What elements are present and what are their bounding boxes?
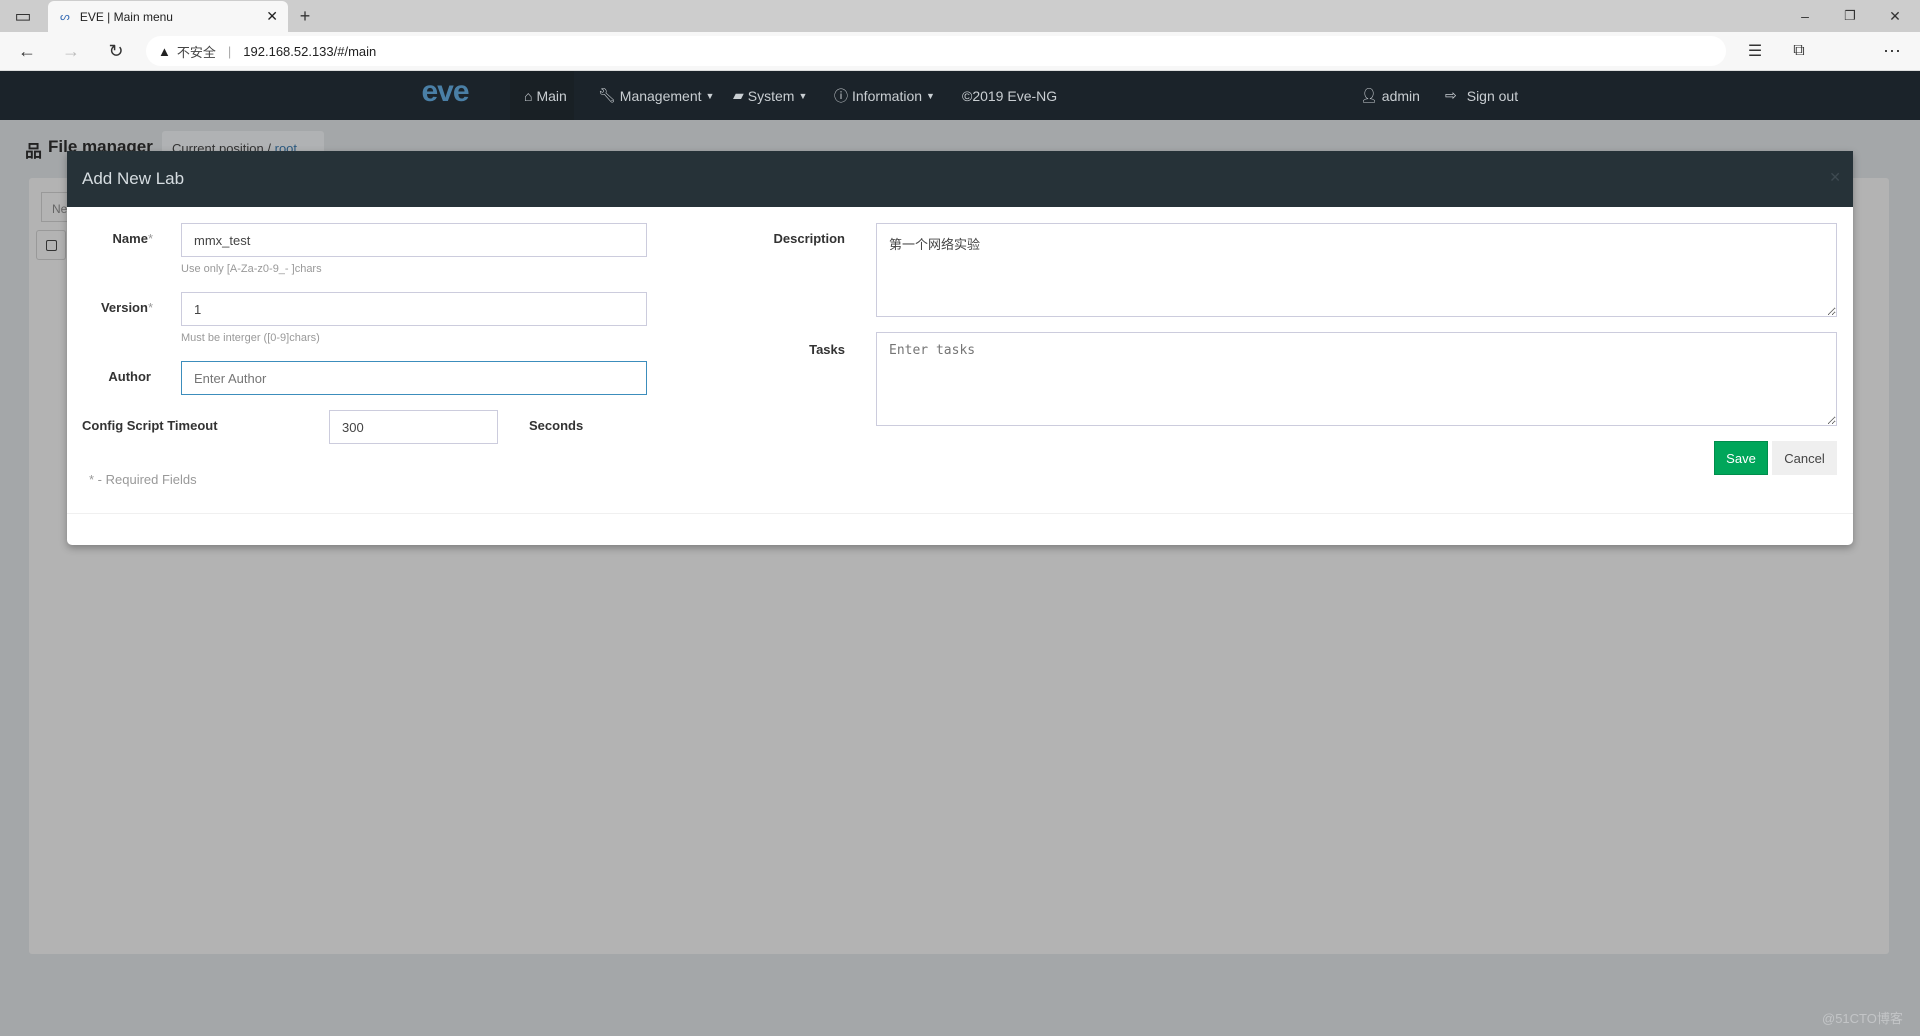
modal-footer-divider [67, 513, 1853, 514]
version-value: 1 [194, 301, 202, 317]
version-input[interactable]: 1 [181, 292, 647, 326]
home-icon: ⌂ [524, 87, 533, 104]
close-icon[interactable]: ✕ [1829, 169, 1841, 186]
nav-label: Information [852, 87, 923, 104]
nav-label: System [747, 87, 795, 104]
name-label: Name* [112, 231, 153, 246]
modal-title: Add New Lab [82, 169, 185, 188]
book-icon: ▰ [733, 87, 744, 103]
browser-tab-bar: ▭ ᔕ EVE | Main menu ✕ + – ❐ ✕ [0, 0, 1920, 32]
tasks-textarea[interactable] [876, 332, 1837, 426]
url-field[interactable]: ▲ 不安全 | 192.168.52.133/#/main [146, 36, 1726, 66]
more-icon[interactable]: ⋯ [1877, 36, 1907, 66]
select-all-checkbox[interactable] [36, 230, 66, 260]
sidebar-toggle-icon[interactable]: ▭ [8, 1, 38, 31]
timeout-value: 300 [342, 419, 364, 435]
info-icon: ⓘ [834, 87, 848, 104]
name-input[interactable]: mmx_test [181, 223, 647, 257]
nav-management[interactable]: 🔧︎ Management ▼ [598, 71, 714, 120]
username: admin [1381, 87, 1420, 104]
security-label[interactable]: 不安全 [177, 42, 216, 61]
reload-icon[interactable]: ↻ [101, 36, 131, 66]
divider: | [227, 43, 232, 59]
version-help: Must be interger ([0-9]chars) [181, 332, 320, 344]
close-window-icon[interactable]: ✕ [1880, 1, 1910, 31]
save-label: Save [1726, 450, 1756, 466]
new-button-label: Ne [52, 202, 68, 216]
add-lab-modal: Add New Lab ✕ Name* mmx_test Use only [A… [67, 151, 1853, 545]
top-navbar: eve [0, 71, 1920, 120]
caret-down-icon: ▼ [705, 90, 715, 101]
minimize-icon[interactable]: – [1790, 1, 1820, 31]
back-icon[interactable]: ← [12, 36, 42, 66]
save-button[interactable]: Save [1714, 441, 1768, 475]
favorites-icon[interactable]: ☰ [1740, 36, 1770, 66]
warning-icon: ▲ [158, 43, 171, 59]
tasks-label: Tasks [809, 342, 845, 357]
nav-user[interactable]: 👤︎ admin [1360, 71, 1420, 120]
name-help: Use only [A-Za-z0-9_- ]chars [181, 263, 322, 275]
description-label: Description [773, 231, 845, 246]
version-label: Version* [100, 300, 153, 315]
browser-tab[interactable]: ᔕ EVE | Main menu ✕ [48, 1, 288, 32]
timeout-input[interactable]: 300 [329, 410, 498, 444]
nav-label: Management [619, 87, 702, 104]
tab-title: EVE | Main menu [79, 9, 173, 24]
nav-label: Main [536, 87, 567, 104]
author-label: Author [108, 369, 151, 384]
signout-label: Sign out [1466, 87, 1519, 104]
nav-information[interactable]: ⓘ Information ▼ [834, 71, 935, 120]
cancel-button[interactable]: Cancel [1772, 441, 1837, 475]
eve-logo[interactable]: eve [405, 75, 485, 115]
wrench-icon: 🔧︎ [598, 87, 616, 103]
user-icon: 👤︎ [1360, 87, 1378, 103]
nav-system[interactable]: ▰ System ▼ [733, 71, 807, 120]
nav-copyright: ©2019 Eve-NG [962, 71, 1057, 120]
collections-icon[interactable]: ⧉ [1784, 36, 1814, 66]
caret-down-icon: ▼ [798, 90, 808, 101]
new-tab-icon[interactable]: + [290, 1, 320, 31]
author-input[interactable] [181, 361, 647, 395]
sitemap-icon: 品 [25, 142, 42, 161]
url-text: 192.168.52.133/#/main [243, 43, 377, 59]
eve-favicon-icon: ᔕ [60, 11, 70, 23]
watermark: @51CTO博客 [1822, 1011, 1903, 1026]
nav-signout[interactable]: ⇨ Sign out [1445, 71, 1518, 120]
timeout-label: Config Script Timeout [82, 418, 218, 433]
copyright-text: ©2019 Eve-NG [962, 87, 1058, 104]
signout-icon: ⇨ [1445, 87, 1457, 103]
nav-main[interactable]: ⌂ Main [524, 71, 567, 120]
forward-icon[interactable]: → [56, 36, 86, 66]
name-value: mmx_test [194, 232, 251, 248]
required-note: * - Required Fields [89, 472, 197, 487]
modal-header: Add New Lab ✕ [67, 151, 1853, 207]
timeout-unit: Seconds [529, 418, 584, 433]
restore-icon[interactable]: ❐ [1835, 1, 1865, 31]
cancel-label: Cancel [1784, 450, 1825, 466]
close-tab-icon[interactable]: ✕ [266, 8, 278, 25]
caret-down-icon: ▼ [926, 90, 935, 101]
description-textarea[interactable]: 第一个网络实验 [876, 223, 1837, 317]
